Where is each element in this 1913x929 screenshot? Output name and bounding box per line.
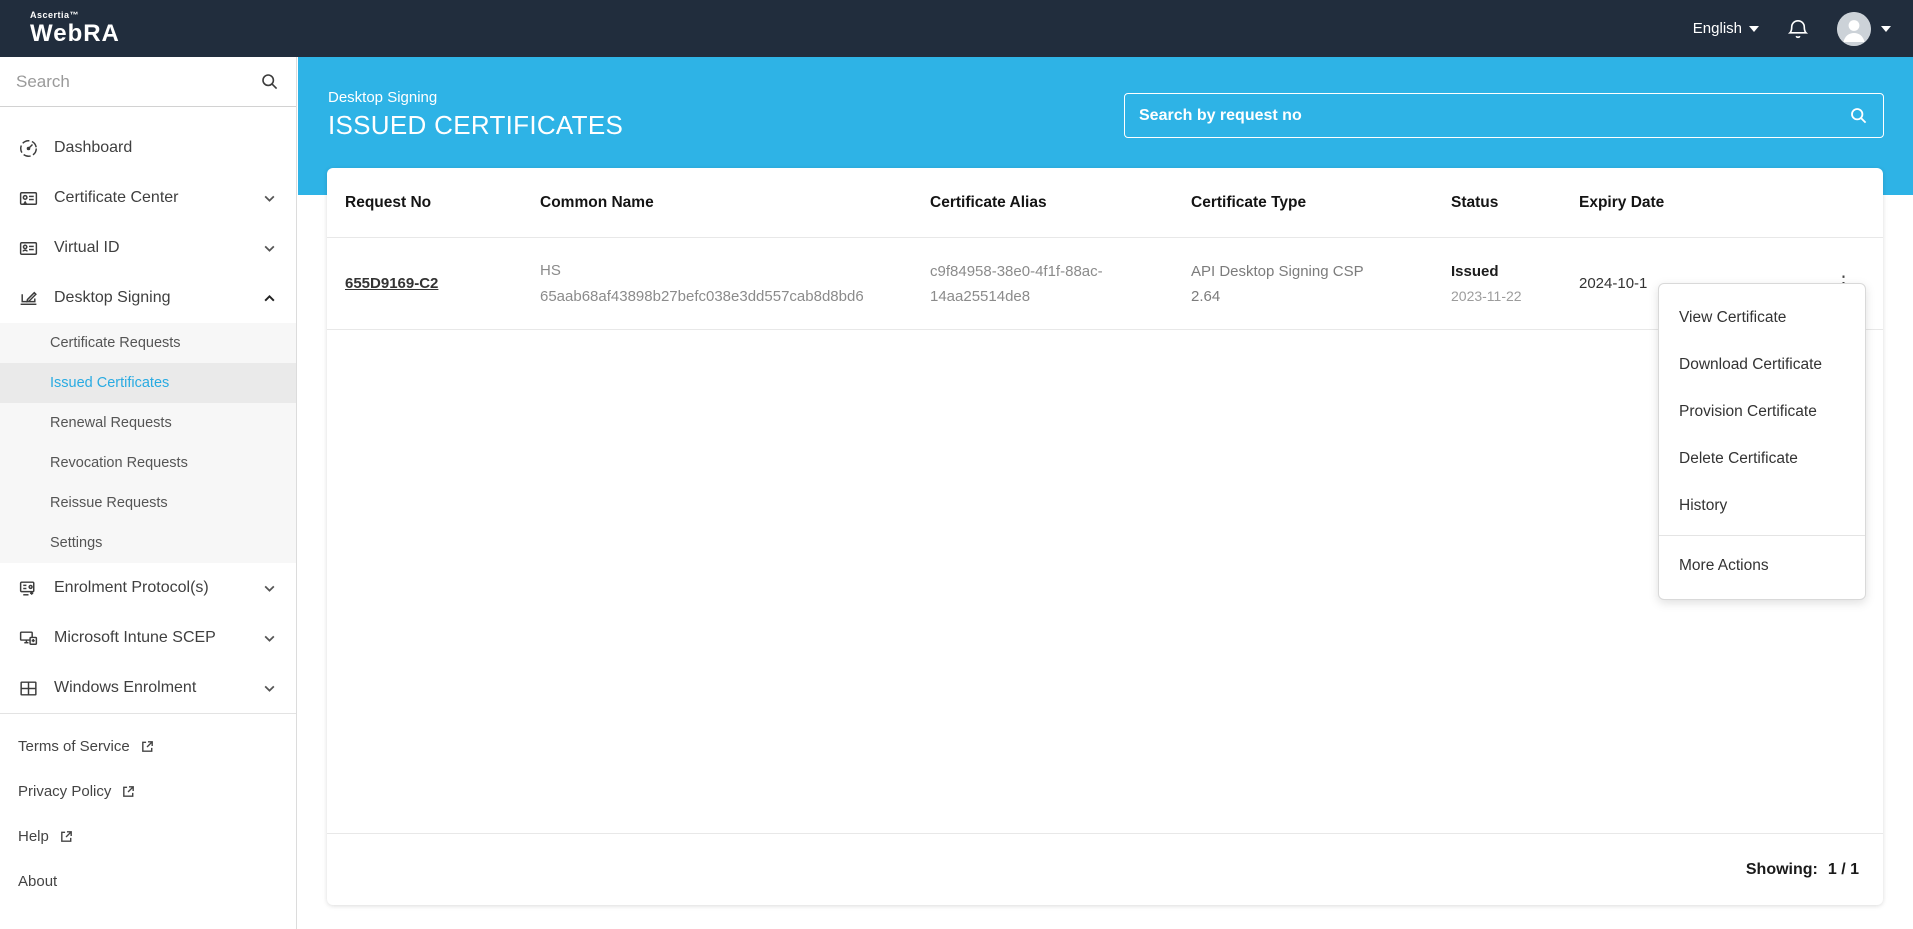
common-name-prefix: HS xyxy=(540,261,561,279)
brand-company: Ascertia™ xyxy=(30,10,80,20)
sidebar: Dashboard Certificate Center Virtual ID … xyxy=(0,57,297,929)
menu-item-history[interactable]: History xyxy=(1659,482,1865,529)
external-link-icon xyxy=(60,831,72,842)
submenu-item-settings[interactable]: Settings xyxy=(0,523,296,563)
language-label: English xyxy=(1692,20,1742,37)
submenu-item-revocation-requests[interactable]: Revocation Requests xyxy=(0,443,296,483)
user-silhouette-icon xyxy=(1837,11,1871,46)
sidebar-item-label: Dashboard xyxy=(54,139,133,156)
submenu-item-issued-certificates[interactable]: Issued Certificates xyxy=(0,363,296,403)
external-link-icon xyxy=(123,786,135,797)
certificate-type-cell: API Desktop Signing CSP 2.64 xyxy=(1191,262,1364,305)
sidebar-search[interactable] xyxy=(0,57,296,107)
status-badge: Issued xyxy=(1451,262,1499,280)
sidebar-item-certificate-center[interactable]: Certificate Center xyxy=(0,173,296,223)
request-no-link[interactable]: 655D9169-C2 xyxy=(345,275,438,292)
desktop-signing-submenu: Certificate Requests Issued Certificates… xyxy=(0,323,296,563)
link-privacy-policy[interactable]: Privacy Policy xyxy=(0,769,296,814)
sidebar-item-label: Virtual ID xyxy=(54,239,120,256)
link-help[interactable]: Help xyxy=(0,814,296,859)
chevron-down-icon xyxy=(264,195,275,202)
footer-link-label: Privacy Policy xyxy=(18,783,112,800)
table-header-row: Request No Common Name Certificate Alias… xyxy=(327,168,1883,238)
submenu-item-reissue-requests[interactable]: Reissue Requests xyxy=(0,483,296,523)
chevron-down-icon xyxy=(264,635,275,642)
footer-link-label: Help xyxy=(18,828,49,845)
row-actions-menu: View Certificate Download Certificate Pr… xyxy=(1658,283,1866,600)
sidebar-item-windows-enrolment[interactable]: Windows Enrolment xyxy=(0,663,296,713)
sidebar-item-microsoft-intune-scep[interactable]: Microsoft Intune SCEP xyxy=(0,613,296,663)
sidebar-item-label: Desktop Signing xyxy=(54,289,171,306)
bell-icon xyxy=(1787,19,1809,38)
search-icon xyxy=(262,73,278,89)
chevron-down-icon xyxy=(264,245,275,252)
sidebar-footer: Terms of Service Privacy Policy Help Abo… xyxy=(0,714,296,904)
status-date: 2023-11-22 xyxy=(1451,287,1522,304)
language-selector[interactable]: English xyxy=(1693,20,1759,37)
chevron-down-icon xyxy=(264,585,275,592)
menu-divider xyxy=(1659,535,1865,536)
link-about[interactable]: About xyxy=(0,859,296,904)
page-title: ISSUED CERTIFICATES xyxy=(328,110,624,140)
table-footer: Showing: 1 / 1 xyxy=(327,833,1883,905)
app-logo: Ascertia™ WebRA xyxy=(30,11,120,46)
intune-scep-icon xyxy=(19,630,38,645)
menu-item-view-certificate[interactable]: View Certificate xyxy=(1659,294,1865,341)
menu-item-delete-certificate[interactable]: Delete Certificate xyxy=(1659,435,1865,482)
breadcrumb: Desktop Signing xyxy=(328,89,438,106)
sidebar-item-label: Microsoft Intune SCEP xyxy=(54,629,216,646)
avatar xyxy=(1837,11,1871,46)
chevron-down-icon xyxy=(264,685,275,692)
table-row: 655D9169-C2 HS 65aab68af43898b27befc038e… xyxy=(327,238,1883,330)
chevron-down-icon xyxy=(1881,25,1891,32)
column-header-certificate-type: Certificate Type xyxy=(1191,193,1307,211)
common-name-cell: HS 65aab68af43898b27befc038e3dd557cab8d8… xyxy=(540,258,930,310)
menu-item-more-actions[interactable]: More Actions xyxy=(1659,542,1865,589)
chevron-up-icon xyxy=(264,294,275,301)
menu-item-download-certificate[interactable]: Download Certificate xyxy=(1659,341,1865,388)
external-link-icon xyxy=(141,741,153,752)
certificate-alias-cell: c9f84958-38e0-4f1f-88ac- 14aa25514de8 xyxy=(930,262,1103,305)
sidebar-item-desktop-signing[interactable]: Desktop Signing xyxy=(0,273,296,323)
showing-label: Showing: xyxy=(1745,860,1818,878)
submenu-item-certificate-requests[interactable]: Certificate Requests xyxy=(0,323,296,363)
request-search-input[interactable] xyxy=(1139,106,1849,125)
footer-link-label: Terms of Service xyxy=(18,738,130,755)
submenu-item-renewal-requests[interactable]: Renewal Requests xyxy=(0,403,296,443)
id-card-icon xyxy=(19,241,38,255)
desktop-signing-icon xyxy=(20,291,37,305)
dashboard-icon xyxy=(19,139,38,157)
showing-value: 1 / 1 xyxy=(1827,860,1859,878)
menu-item-provision-certificate[interactable]: Provision Certificate xyxy=(1659,388,1865,435)
expiry-date: 2024-10-1 xyxy=(1579,274,1648,292)
footer-link-label: About xyxy=(18,873,58,890)
column-header-certificate-alias: Certificate Alias xyxy=(930,193,1047,211)
sidebar-item-label: Certificate Center xyxy=(54,189,179,206)
column-header-expiry-date: Expiry Date xyxy=(1579,193,1665,211)
brand-product: WebRA xyxy=(30,20,120,47)
search-icon xyxy=(1851,107,1867,123)
sidebar-search-input[interactable] xyxy=(16,71,260,92)
notifications-button[interactable] xyxy=(1785,16,1811,42)
sidebar-item-label: Windows Enrolment xyxy=(54,679,197,696)
windows-icon xyxy=(20,680,37,696)
sidebar-item-label: Enrolment Protocol(s) xyxy=(54,579,209,596)
top-navbar: Ascertia™ WebRA English xyxy=(0,0,1913,57)
certificate-icon xyxy=(19,191,38,205)
common-name-hash: 65aab68af43898b27befc038e3dd557cab8d8bd6 xyxy=(540,287,864,305)
enrolment-protocol-icon xyxy=(19,580,35,596)
status-cell: Issued 2023-11-22 xyxy=(1451,260,1579,308)
sidebar-item-virtual-id[interactable]: Virtual ID xyxy=(0,223,296,273)
user-menu[interactable] xyxy=(1837,11,1891,46)
chevron-down-icon xyxy=(1749,25,1759,32)
column-header-status: Status xyxy=(1451,193,1499,211)
request-search-box[interactable] xyxy=(1124,93,1884,138)
sidebar-item-enrolment-protocols[interactable]: Enrolment Protocol(s) xyxy=(0,563,296,613)
column-header-request-no: Request No xyxy=(345,193,432,211)
sidebar-item-dashboard[interactable]: Dashboard xyxy=(0,123,296,173)
link-terms-of-service[interactable]: Terms of Service xyxy=(0,724,296,769)
column-header-common-name: Common Name xyxy=(540,193,654,211)
issued-certificates-table-card: Request No Common Name Certificate Alias… xyxy=(327,168,1883,905)
